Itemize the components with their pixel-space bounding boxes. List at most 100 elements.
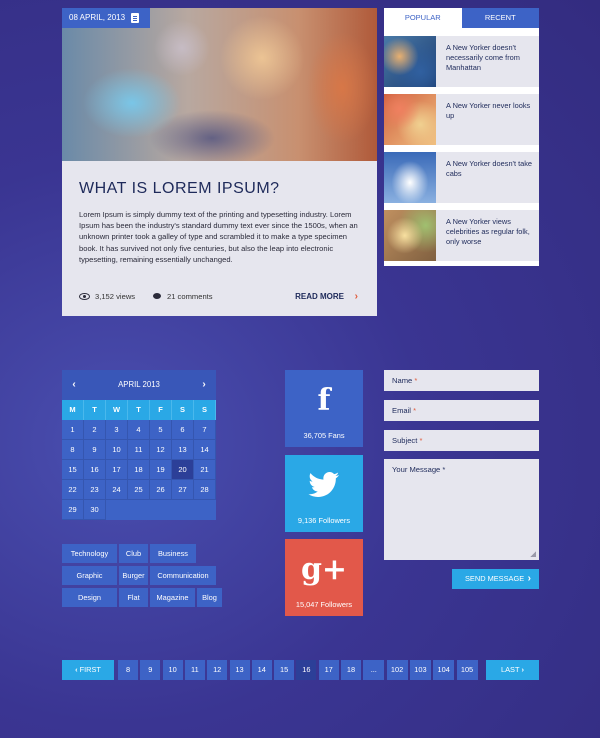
post-title[interactable]: A New Yorker doesn't take cabs [446, 159, 534, 179]
calendar-day[interactable]: 25 [128, 480, 150, 500]
calendar-day[interactable]: 14 [194, 440, 216, 460]
calendar-days: 1 2 3 4 5 6 7 8 9 10 11 12 13 14 15 16 17 18 19 20 21 22 23 24 2… [62, 420, 216, 520]
page-number[interactable]: 13 [229, 660, 250, 680]
post-title[interactable]: A New Yorker never looks up [446, 101, 534, 121]
article-footer: 3,152 views 21 comments READ MORE › [79, 292, 362, 304]
required-mark: * [414, 376, 418, 385]
page-number[interactable]: 103 [409, 660, 431, 680]
read-more-link[interactable]: READ MORE [295, 292, 344, 301]
page-number[interactable]: 10 [162, 660, 183, 680]
list-item[interactable]: A New Yorker views celebrities as regula… [384, 210, 539, 261]
page-number[interactable]: 16 [296, 660, 317, 680]
facebook-count: 36,705 Fans [303, 431, 345, 440]
page-number[interactable]: 14 [251, 660, 272, 680]
calendar-day[interactable]: 8 [62, 440, 84, 460]
pagination-ellipsis[interactable]: ... [363, 660, 385, 680]
twitter-count: 9,136 Followers [297, 516, 351, 525]
tab-recent[interactable]: RECENT [461, 8, 539, 28]
calendar-day[interactable]: 1 [62, 420, 84, 440]
chevron-right-icon[interactable]: › [355, 292, 358, 302]
post-title[interactable]: A New Yorker doesn't necessarily come fr… [446, 43, 534, 73]
calendar-day[interactable]: 10 [106, 440, 128, 460]
page-number[interactable]: 8 [118, 660, 138, 680]
googleplus-button[interactable]: g+ 15,047 Followers [285, 539, 363, 616]
post-thumbnail[interactable] [384, 36, 436, 87]
chevron-left-icon[interactable]: ‹ [64, 370, 84, 400]
tag-technology[interactable]: Technology [62, 544, 117, 563]
last-page-button[interactable]: LAST › [486, 660, 539, 680]
post-title[interactable]: A New Yorker views celebrities as regula… [446, 217, 534, 247]
tag-design[interactable]: Design [62, 588, 117, 607]
article-body: Lorem Ipsum is simply dummy text of the … [79, 210, 358, 264]
article-title[interactable]: WHAT IS LOREM IPSUM? [79, 180, 280, 198]
tag-business[interactable]: Business [150, 544, 196, 563]
post-thumbnail[interactable] [384, 94, 436, 145]
calendar-day[interactable]: 3 [106, 420, 128, 440]
calendar-day[interactable]: 5 [150, 420, 172, 440]
calendar-day[interactable]: 27 [172, 480, 194, 500]
document-icon [131, 13, 139, 23]
calendar-day[interactable]: 6 [172, 420, 194, 440]
calendar-day[interactable]: 18 [128, 460, 150, 480]
tag-magazine[interactable]: Magazine [150, 588, 195, 607]
calendar-day[interactable]: 19 [150, 460, 172, 480]
calendar-day[interactable]: 20 [172, 460, 194, 480]
post-thumbnail[interactable] [384, 152, 436, 203]
message-field[interactable]: Your Message * [384, 459, 539, 560]
send-message-button[interactable]: SEND MESSAGE › [452, 569, 539, 589]
email-placeholder: Email [392, 406, 411, 415]
article-hero-image[interactable] [62, 8, 377, 161]
tag-club[interactable]: Club [119, 544, 148, 563]
resize-handle-icon[interactable] [530, 551, 536, 557]
calendar-day[interactable]: 24 [106, 480, 128, 500]
tag-graphic[interactable]: Graphic [62, 566, 117, 585]
twitter-button[interactable]: 9,136 Followers [285, 455, 363, 532]
tag-communication[interactable]: Communication [150, 566, 216, 585]
page-number[interactable]: 15 [274, 660, 295, 680]
calendar-day[interactable]: 26 [150, 480, 172, 500]
calendar-day[interactable]: 11 [128, 440, 150, 460]
calendar-day[interactable]: 15 [62, 460, 84, 480]
tab-popular[interactable]: POPULAR [384, 8, 462, 28]
calendar-day[interactable]: 7 [194, 420, 216, 440]
comments-count[interactable]: 21 comments [167, 292, 213, 301]
calendar-day[interactable]: 17 [106, 460, 128, 480]
facebook-button[interactable]: f 36,705 Fans [285, 370, 363, 447]
page-number[interactable]: 102 [386, 660, 408, 680]
calendar-day[interactable]: 21 [194, 460, 216, 480]
list-item[interactable]: A New Yorker doesn't take cabs [384, 152, 539, 203]
post-thumbnail[interactable] [384, 210, 436, 261]
calendar-day[interactable]: 30 [84, 500, 106, 520]
email-field[interactable]: Email * [384, 400, 539, 421]
chevron-right-icon[interactable]: › [194, 370, 214, 400]
tag-burger[interactable]: Burger [119, 566, 148, 585]
first-page-button[interactable]: ‹ FIRST [62, 660, 114, 680]
calendar-day[interactable]: 23 [84, 480, 106, 500]
page-number[interactable]: 18 [341, 660, 361, 680]
list-item[interactable]: A New Yorker doesn't necessarily come fr… [384, 36, 539, 87]
calendar-day[interactable]: 16 [84, 460, 106, 480]
calendar-day[interactable]: 22 [62, 480, 84, 500]
calendar-day[interactable]: 29 [62, 500, 84, 520]
page-number[interactable]: 105 [456, 660, 478, 680]
name-field[interactable]: Name * [384, 370, 539, 391]
comment-icon [153, 293, 161, 299]
calendar-day[interactable]: 28 [194, 480, 216, 500]
page-number[interactable]: 104 [433, 660, 455, 680]
list-item[interactable]: A New Yorker never looks up [384, 94, 539, 145]
subject-field[interactable]: Subject * [384, 430, 539, 451]
page-number[interactable]: 9 [140, 660, 161, 680]
calendar-day[interactable]: 13 [172, 440, 194, 460]
page-number[interactable]: 17 [318, 660, 339, 680]
calendar-day[interactable]: 4 [128, 420, 150, 440]
calendar-day[interactable]: 9 [84, 440, 106, 460]
tag-blog[interactable]: Blog [197, 588, 222, 607]
last-page-label: LAST [501, 665, 520, 674]
page-number[interactable]: 12 [207, 660, 228, 680]
calendar: ‹ APRIL 2013 › MTWTFSS 1 2 3 4 5 6 7 8 9 10 11 12 13… [62, 370, 216, 520]
calendar-day[interactable]: 12 [150, 440, 172, 460]
name-placeholder: Name [392, 376, 413, 385]
calendar-day[interactable]: 2 [84, 420, 106, 440]
page-number[interactable]: 11 [184, 660, 205, 680]
tag-flat[interactable]: Flat [119, 588, 148, 607]
